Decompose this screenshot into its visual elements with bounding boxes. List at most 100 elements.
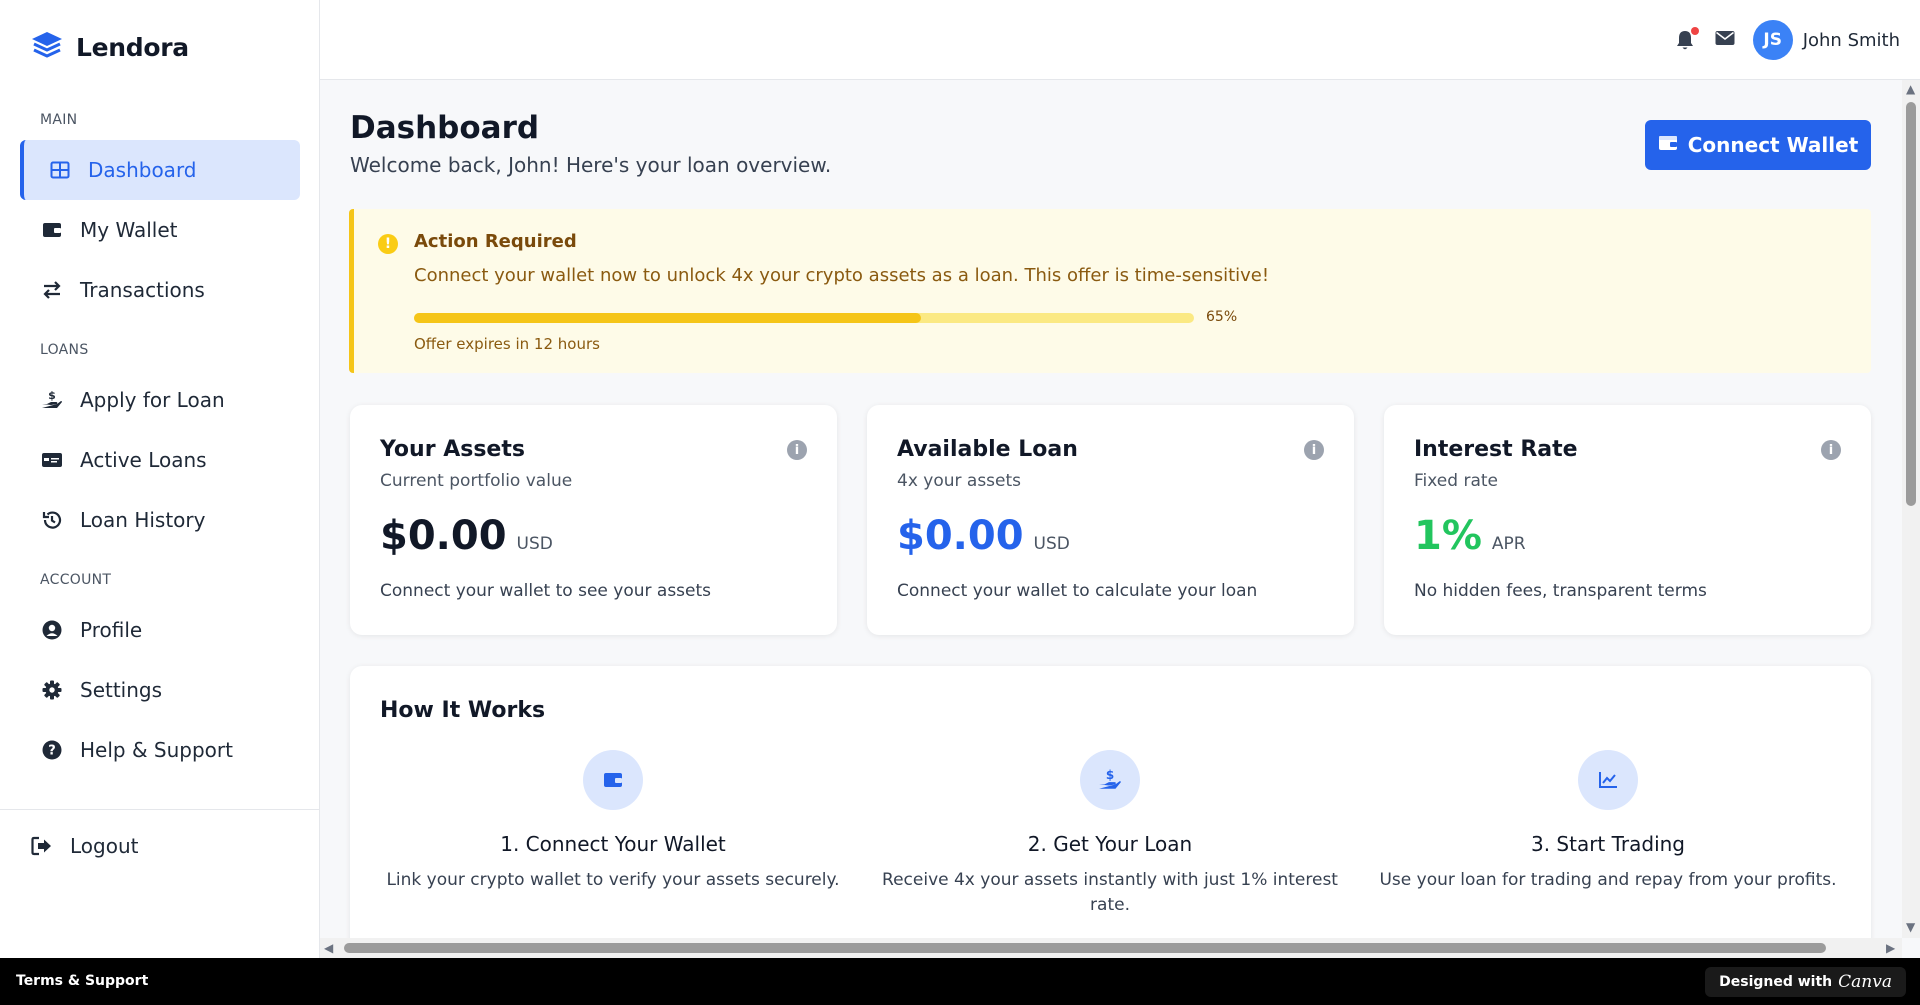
sidebar-item-loan-history[interactable]: Loan History — [20, 490, 300, 550]
step-title: 1. Connect Your Wallet — [500, 832, 726, 856]
sidebar-item-label: Dashboard — [88, 158, 197, 182]
footer-bar: Terms & Support Designed with Canva — [0, 958, 1920, 1005]
horizontal-scrollbar[interactable]: ◀ ▶ — [320, 938, 1902, 958]
messages-button[interactable] — [1715, 30, 1735, 50]
exchange-icon — [40, 278, 64, 302]
card-interest-rate: Interest Rate Fixed rate i 1% APR No hid… — [1384, 405, 1871, 635]
sidebar-item-label: My Wallet — [80, 218, 178, 242]
sidebar-item-apply-for-loan[interactable]: $ Apply for Loan — [20, 370, 300, 430]
sidebar-item-label: Apply for Loan — [80, 388, 225, 412]
envelope-icon — [1715, 30, 1735, 50]
scroll-up-arrow-icon[interactable]: ▲ — [1906, 82, 1915, 96]
card-unit: USD — [1033, 534, 1070, 554]
connect-wallet-label: Connect Wallet — [1687, 133, 1859, 157]
card-your-assets: Your Assets Current portfolio value i $0… — [350, 405, 837, 635]
user-name[interactable]: John Smith — [1803, 30, 1900, 51]
sidebar-item-label: Loan History — [80, 508, 206, 532]
how-it-works-panel: How It Works 1. Connect Your Wallet Link… — [350, 666, 1871, 958]
card-subtitle: Fixed rate — [1414, 471, 1498, 491]
sidebar-item-profile[interactable]: Profile — [20, 600, 300, 660]
terms-support-link[interactable]: Terms & Support — [16, 973, 148, 989]
action-required-alert: ! Action Required Connect your wallet no… — [349, 209, 1871, 373]
step-connect-wallet: 1. Connect Your Wallet Link your crypto … — [373, 750, 853, 893]
info-icon[interactable]: i — [1821, 440, 1841, 460]
topbar: JS John Smith — [320, 0, 1920, 80]
card-value: $0.00 — [380, 513, 507, 559]
info-icon[interactable]: i — [787, 440, 807, 460]
wallet-icon — [1658, 133, 1678, 157]
sidebar-divider — [0, 809, 320, 810]
vertical-scroll-thumb[interactable] — [1906, 102, 1916, 506]
offer-progress-bar — [414, 313, 1194, 323]
section-label-main: MAIN — [40, 112, 78, 128]
sidebar-item-label: Transactions — [80, 278, 205, 302]
sidebar: Lendora MAIN Dashboard My Wallet Transac… — [0, 0, 320, 958]
card-value-row: $0.00 USD — [897, 513, 1070, 559]
card-unit: APR — [1491, 534, 1526, 554]
logout-icon — [30, 834, 54, 858]
sidebar-item-dashboard[interactable]: Dashboard — [20, 140, 300, 200]
svg-text:$: $ — [48, 389, 56, 402]
credit-card-icon — [40, 448, 64, 472]
notifications-button[interactable] — [1675, 27, 1699, 51]
wallet-icon — [40, 218, 64, 242]
card-available-loan: Available Loan 4x your assets i $0.00 US… — [867, 405, 1354, 635]
info-icon[interactable]: i — [1304, 440, 1324, 460]
section-title: How It Works — [380, 698, 546, 723]
logout-button[interactable]: Logout — [10, 816, 290, 876]
svg-text:$: $ — [1106, 768, 1114, 782]
card-note: Connect your wallet to calculate your lo… — [897, 581, 1258, 601]
avatar[interactable]: JS — [1752, 20, 1793, 60]
canva-logo: Canva — [1838, 972, 1892, 992]
sidebar-item-label: Profile — [80, 618, 143, 642]
exclamation-circle-icon: ! — [378, 234, 398, 254]
card-note: No hidden fees, transparent terms — [1414, 581, 1707, 601]
grid-icon — [48, 158, 72, 182]
designed-with-canva-badge[interactable]: Designed with Canva — [1705, 967, 1906, 997]
section-label-account: ACCOUNT — [40, 572, 112, 588]
topbar-actions: JS John Smith — [1675, 20, 1900, 60]
page-subtitle: Welcome back, John! Here's your loan ove… — [350, 153, 832, 177]
scroll-right-arrow-icon[interactable]: ▶ — [1886, 941, 1895, 955]
step-title: 2. Get Your Loan — [1027, 832, 1193, 856]
offer-progress-fill — [414, 313, 921, 323]
app-name: Lendora — [76, 32, 189, 62]
vertical-scrollbar[interactable]: ▲ ▼ — [1902, 80, 1920, 938]
card-value: 1% — [1414, 513, 1482, 559]
step-description: Use your loan for trading and repay from… — [1379, 870, 1837, 890]
card-subtitle: Current portfolio value — [380, 471, 573, 491]
card-subtitle: 4x your assets — [897, 471, 1022, 491]
scroll-left-arrow-icon[interactable]: ◀ — [324, 941, 333, 955]
horizontal-scroll-thumb[interactable] — [344, 943, 1826, 953]
badge-prefix: Designed with — [1719, 974, 1833, 990]
card-unit: USD — [516, 534, 553, 554]
svg-text:?: ? — [48, 744, 56, 759]
card-title: Available Loan — [897, 437, 1078, 462]
step-start-trading: 3. Start Trading Use your loan for tradi… — [1368, 750, 1848, 893]
step-title: 3. Start Trading — [1530, 832, 1686, 856]
offer-expiry: Offer expires in 12 hours — [414, 335, 600, 353]
logout-label: Logout — [70, 834, 139, 858]
card-value-row: 1% APR — [1414, 513, 1526, 559]
chart-line-icon — [1578, 750, 1638, 810]
alert-title: Action Required — [414, 231, 577, 252]
hand-dollar-icon: $ — [40, 388, 64, 412]
connect-wallet-button[interactable]: Connect Wallet — [1645, 120, 1871, 170]
bell-icon — [1675, 31, 1695, 55]
user-circle-icon — [40, 618, 64, 642]
step-description: Link your crypto wallet to verify your a… — [386, 870, 840, 890]
card-value-row: $0.00 USD — [380, 513, 553, 559]
logo[interactable]: Lendora — [30, 30, 189, 64]
card-value: $0.00 — [897, 513, 1024, 559]
scroll-down-arrow-icon[interactable]: ▼ — [1906, 920, 1915, 934]
sidebar-item-settings[interactable]: Settings — [20, 660, 300, 720]
notification-dot — [1690, 27, 1699, 35]
card-title: Your Assets — [380, 437, 525, 462]
sidebar-item-help-support[interactable]: ? Help & Support — [20, 720, 300, 780]
sidebar-item-active-loans[interactable]: Active Loans — [20, 430, 300, 490]
sidebar-item-transactions[interactable]: Transactions — [20, 260, 300, 320]
sidebar-item-label: Settings — [80, 678, 163, 702]
sidebar-item-my-wallet[interactable]: My Wallet — [20, 200, 300, 260]
alert-message: Connect your wallet now to unlock 4x you… — [414, 265, 1270, 286]
hand-dollar-icon: $ — [1080, 750, 1140, 810]
